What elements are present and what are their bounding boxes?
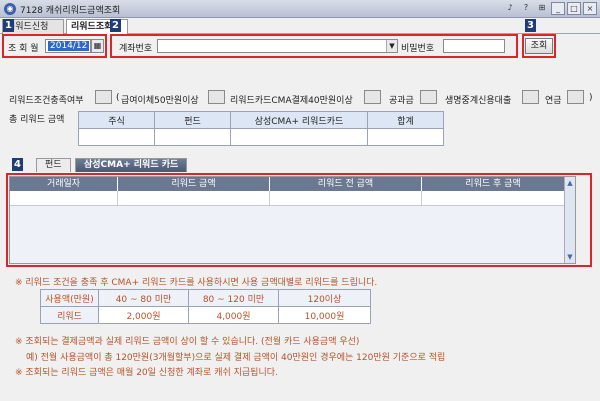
condition-box-2 [208, 90, 225, 104]
summary-value-stock [78, 128, 155, 146]
badge-3: 3 [525, 19, 536, 32]
grid-scrollbar[interactable]: ▲ ▼ [564, 177, 575, 263]
condition-card-label: 리워드카드CMA결제40만원이상 [230, 96, 353, 106]
month-input[interactable]: 2014/12 [45, 39, 91, 53]
rates-value-40-80: 2,000원 [98, 306, 189, 324]
scroll-up-icon[interactable]: ▲ [565, 178, 575, 188]
rates-row-label: 리워드 [40, 306, 99, 324]
condition-loan-label: 생명중계신용대출 [445, 96, 512, 106]
subtab-fund[interactable]: 펀드 [36, 158, 71, 172]
rates-header-80-120: 80 ~ 120 미만 [188, 289, 279, 307]
summary-header-card: 삼성CMA+ 리워드카드 [230, 111, 368, 129]
window-title: 7128 캐쉬리워드금액조회 [20, 6, 121, 16]
password-label: 비밀번호 [401, 44, 435, 54]
conditions-close-paren: ) [589, 93, 593, 103]
account-label: 계좌번호 [119, 44, 153, 54]
chevron-down-icon[interactable]: ▼ [386, 40, 397, 52]
rates-value-120: 10,000원 [278, 306, 371, 324]
scroll-down-icon[interactable]: ▼ [565, 252, 575, 262]
minimize-button[interactable]: _ [551, 2, 565, 15]
summary-value-card [230, 128, 368, 146]
reward-grid: 거래일자 리워드 금액 리워드 전 금액 리워드 후 금액 ▲ ▼ [9, 176, 576, 264]
grid-header-before: 리워드 전 금액 [270, 177, 422, 191]
note-reward-condition: ※ 리워드 조건을 충족 후 CMA+ 리워드 카드를 사용하시면 사용 금액대… [15, 278, 378, 288]
condition-box-4 [420, 90, 437, 104]
account-select[interactable] [157, 39, 398, 53]
help-icon[interactable]: ? [519, 2, 533, 15]
condition-box-3 [364, 90, 381, 104]
rates-header-usage: 사용액(만원) [40, 289, 99, 307]
rates-value-80-120: 4,000원 [188, 306, 279, 324]
main-tabbar: 리워드신청 리워드조회 [0, 18, 600, 35]
search-button[interactable]: 조회 [525, 38, 553, 54]
grid-header-reward: 리워드 금액 [118, 177, 270, 191]
conditions-label: 리워드조건충족여부 [9, 96, 84, 106]
note-amount-difference: ※ 조회되는 결제금액과 실제 리워드 금액이 상이 할 수 있습니다. (전월… [15, 337, 360, 347]
condition-box-1 [95, 90, 112, 104]
condition-box-6 [567, 90, 584, 104]
summary-header-total: 합계 [367, 111, 444, 129]
rates-table: 사용액(만원) 40 ~ 80 미만 80 ~ 120 미만 120이상 리워드… [40, 289, 371, 324]
title-bar: ◉ 7128 캐쉬리워드금액조회 ♪ ? ⊞ _ □ × [0, 0, 600, 18]
pin-icon[interactable]: ♪ [503, 2, 517, 15]
rates-header-40-80: 40 ~ 80 미만 [98, 289, 189, 307]
grid-header-after: 리워드 후 금액 [422, 177, 565, 191]
summary-value-fund [154, 128, 231, 146]
grid-header-date: 거래일자 [10, 177, 118, 191]
summary-table: 주식 펀드 삼성CMA+ 리워드카드 합계 [78, 111, 444, 146]
rates-header-120: 120이상 [278, 289, 371, 307]
condition-utility-label: 공과금 [389, 96, 414, 106]
note-payment-date: ※ 조회되는 리워드 금액은 매월 20일 신청한 계좌로 캐쉬 지급됩니다. [15, 368, 278, 378]
app-icon: ◉ [4, 3, 16, 15]
table-row[interactable] [10, 191, 575, 206]
maximize-button[interactable]: □ [567, 2, 581, 15]
condition-salary-label: 급여이체50만원이상 [121, 96, 199, 106]
condition-box-5 [522, 90, 539, 104]
conditions-open-paren: ( [116, 93, 120, 103]
summary-header-fund: 펀드 [154, 111, 231, 129]
badge-2: 2 [110, 19, 121, 32]
close-button[interactable]: × [583, 2, 597, 15]
note-example: 예) 전월 사용금액이 총 120만원(3개월할부)으로 실제 결제 금액이 4… [26, 353, 446, 363]
password-input[interactable] [443, 39, 505, 53]
month-label: 조 회 월 [8, 44, 39, 54]
total-reward-label: 총 리워드 금액 [9, 115, 65, 125]
badge-4: 4 [12, 158, 23, 171]
window-controls: ♪ ? ⊞ _ □ × [503, 2, 597, 15]
summary-header-stock: 주식 [78, 111, 155, 129]
subtab-cma-card[interactable]: 삼성CMA+ 리워드 카드 [75, 158, 188, 172]
calendar-icon[interactable]: ▦ [91, 39, 104, 53]
layout-icon[interactable]: ⊞ [535, 2, 549, 15]
month-value: 2014/12 [48, 41, 90, 51]
summary-value-total [367, 128, 444, 146]
grid-header: 거래일자 리워드 금액 리워드 전 금액 리워드 후 금액 [10, 177, 575, 191]
badge-1: 1 [3, 19, 14, 32]
condition-pension-label: 연금 [545, 96, 562, 106]
